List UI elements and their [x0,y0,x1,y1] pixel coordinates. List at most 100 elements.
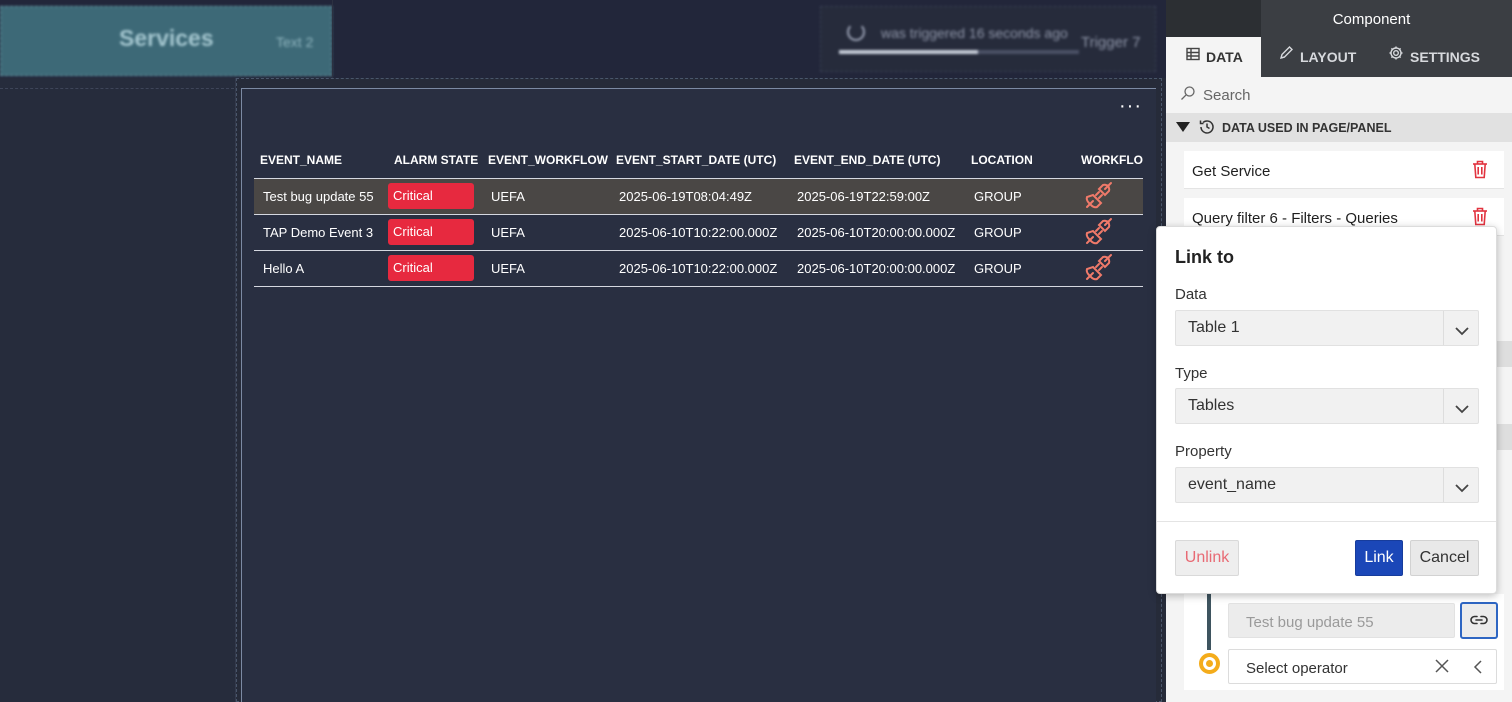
linked-value-field[interactable]: Test bug update 55 [1228,603,1455,638]
data-source-label: Query filter 6 - Filters - Queries [1192,210,1398,227]
sidebar-title: Component [1332,11,1411,28]
refresh-spinner-icon [847,23,865,41]
tab-label: LAYOUT [1300,49,1357,65]
trigger-progress-fill [839,50,979,54]
property-label: Property [1175,443,1232,460]
chevron-left-icon[interactable] [1473,659,1483,679]
divider [0,88,234,89]
widget-label: Text 2 [276,34,314,50]
section-title: DATA USED IN PAGE/PANEL [1222,121,1392,135]
tab-settings[interactable]: SETTINGS [1388,37,1508,77]
unlink-button[interactable]: Unlink [1175,540,1239,576]
tab-layout[interactable]: LAYOUT [1278,37,1378,77]
type-select-value: Tables [1188,397,1235,414]
sidebar-tabs: DATA LAYOUT SETTINGS [1166,37,1512,77]
property-select-value: event_name [1188,476,1277,493]
more-options-icon[interactable]: ··· [1119,95,1142,118]
events-table: EVENT_NAME ALARM STATE EVENT_WORKFLOW EV… [254,143,1143,287]
event-name-cell: Test bug update 55 [254,177,388,215]
alarm-state-cell: Critical [388,214,482,251]
section-header-data-used[interactable]: DATA USED IN PAGE/PANEL [1166,113,1512,142]
status-badge: Critical [388,219,474,245]
start-date-cell: 2025-06-19T08:04:49Z [610,177,788,215]
table-widget[interactable]: ··· EVENT_NAME ALARM STATE EVENT_WORKFLO… [241,88,1156,702]
location-cell: GROUP [965,214,1075,251]
table-row[interactable]: Hello A Critical UEFA 2025-06-10T10:22:0… [254,250,1143,287]
delete-icon[interactable] [1472,160,1488,184]
event-workflow-cell: UEFA [482,250,610,287]
start-date-cell: 2025-06-10T10:22:00.000Z [610,250,788,287]
data-select[interactable]: Table 1 [1175,310,1479,346]
column-header[interactable]: LOCATION [965,143,1075,178]
workflow-cell [1075,177,1143,215]
sidebar-search [1166,77,1512,113]
alarm-state-cell: Critical [388,177,482,215]
link-to-dialog: Link to Data Table 1 Type Tables Propert… [1156,226,1497,594]
gear-icon [1388,36,1404,77]
type-label: Type [1175,365,1208,382]
history-icon [1198,118,1216,141]
operator-select[interactable]: Select operator [1228,649,1497,684]
connector-line [1207,594,1211,650]
collapse-triangle-icon[interactable] [1176,122,1190,132]
data-source-item[interactable]: Get Service [1184,151,1504,189]
status-badge: Critical [388,255,474,281]
linked-value-text: Test bug update 55 [1246,614,1374,631]
unplugged-icon[interactable] [1084,252,1114,282]
canvas-top-strip: Services Text 2 was triggered 16 seconds… [0,0,1166,78]
event-name-cell: TAP Demo Event 3 [254,214,388,251]
services-text-widget[interactable]: Services Text 2 [0,6,332,76]
condition-node-icon [1199,653,1220,674]
column-header[interactable]: EVENT_END_DATE (UTC) [788,143,965,178]
event-workflow-cell: UEFA [482,177,610,215]
link-confirm-button[interactable]: Link [1355,540,1403,576]
unplugged-icon[interactable] [1084,180,1114,210]
tab-label: DATA [1206,49,1243,65]
start-date-cell: 2025-06-10T10:22:00.000Z [610,214,788,251]
widget-label: Trigger 7 [1081,34,1141,51]
column-header[interactable]: EVENT_START_DATE (UTC) [610,143,788,178]
sidebar-header: Component [1166,0,1512,37]
table-icon [1186,36,1200,77]
divider [1443,468,1444,502]
unplugged-icon[interactable] [1084,216,1114,246]
column-header[interactable]: WORKFLOW [1075,143,1143,178]
cancel-button[interactable]: Cancel [1410,540,1479,576]
chevron-down-icon [1455,480,1469,498]
status-badge: Critical [388,183,474,209]
trigger-progress-bar [839,50,1079,54]
pencil-icon [1278,36,1294,77]
type-select[interactable]: Tables [1175,388,1479,424]
tab-data[interactable]: DATA [1166,37,1261,77]
workflow-cell [1075,250,1143,287]
location-cell: GROUP [965,177,1075,215]
clear-icon[interactable] [1434,658,1450,678]
sidebar-header-left [1166,0,1261,37]
data-label: Data [1175,286,1207,303]
table-header-row: EVENT_NAME ALARM STATE EVENT_WORKFLOW EV… [254,143,1143,178]
link-button[interactable] [1460,602,1498,639]
chevron-down-icon [1455,401,1469,419]
services-title: Services [119,25,214,51]
divider [1443,389,1444,423]
column-header[interactable]: EVENT_NAME [254,143,388,178]
tab-label: SETTINGS [1410,49,1481,65]
column-header[interactable]: EVENT_WORKFLOW [482,143,610,178]
link-icon [1470,615,1488,625]
end-date-cell: 2025-06-19T22:59:00Z [788,177,965,215]
data-source-label: Get Service [1192,163,1271,180]
table-row[interactable]: TAP Demo Event 3 Critical UEFA 2025-06-1… [254,214,1143,251]
end-date-cell: 2025-06-10T20:00:00.000Z [788,250,965,287]
event-name-cell: Hello A [254,250,388,287]
search-input[interactable] [1203,84,1493,106]
search-icon [1180,85,1196,106]
column-header[interactable]: ALARM STATE [388,143,482,178]
property-select[interactable]: event_name [1175,467,1479,503]
table-row[interactable]: Test bug update 55 Critical UEFA 2025-06… [254,177,1143,215]
divider [1157,521,1496,522]
divider [1443,311,1444,345]
location-cell: GROUP [965,250,1075,287]
trigger-widget[interactable]: was triggered 16 seconds ago Trigger 7 [820,6,1156,72]
data-select-value: Table 1 [1188,319,1240,336]
filter-condition-card: Test bug update 55 Select operator [1184,594,1504,690]
